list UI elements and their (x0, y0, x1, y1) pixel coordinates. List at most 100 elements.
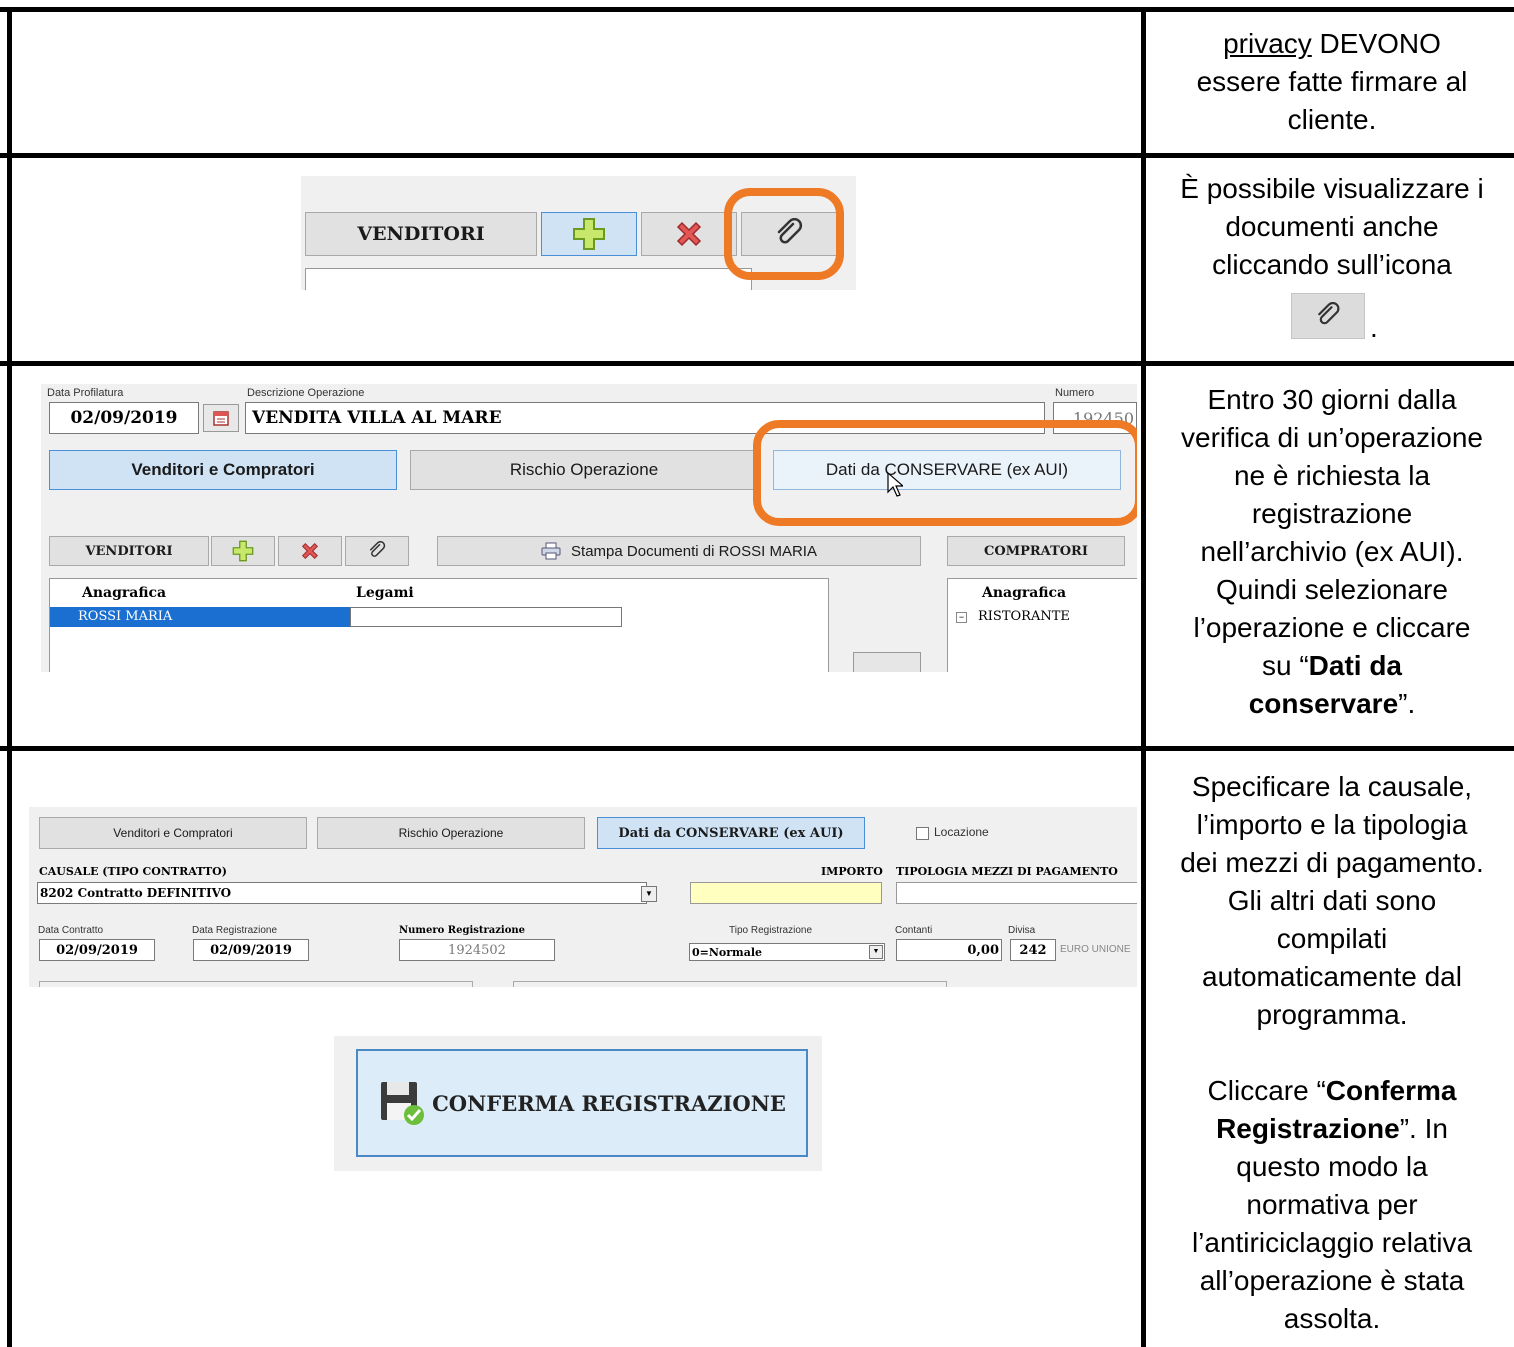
tab-dati-conservare[interactable]: Dati da CONSERVARE (ex AUI) (597, 817, 865, 849)
legami-cell[interactable] (350, 607, 622, 627)
locazione-checkbox[interactable] (916, 827, 929, 840)
row-divider-1 (0, 153, 1514, 158)
compratori-grid: Anagrafica − RISTORANTE (947, 578, 1137, 672)
row2-text-1: È possibile visualizzare i (1180, 173, 1484, 204)
row4-line-4: compilati (1276, 923, 1388, 954)
delete-button[interactable] (278, 536, 342, 566)
tipologia-field[interactable] (896, 882, 1137, 904)
tab-venditori-label: Venditori e Compratori (113, 826, 233, 840)
row4-line-b2: l’antiriciclaggio relativa (1191, 1227, 1473, 1258)
tab-rischio-operazione[interactable]: Rischio Operazione (317, 817, 585, 849)
row4-line-0: Specificare la causale, (1191, 771, 1473, 802)
data-profilatura-field[interactable]: 02/09/2019 (49, 402, 199, 434)
highlight-ring (724, 188, 844, 280)
tipologia-label: TIPOLOGIA MEZZI DI PAGAMENTO (896, 865, 1118, 878)
row4-line-5: automaticamente dal (1202, 961, 1462, 992)
row3-line-5: Quindi selezionare (1216, 574, 1448, 605)
printer-icon (541, 542, 561, 560)
row1-text-2: essere fatte firmare al (1196, 66, 1468, 97)
stampa-documenti-button[interactable]: Stampa Documenti di ROSSI MARIA (437, 536, 921, 566)
row4-click-pre: Cliccare “ (1207, 1075, 1326, 1106)
privacy-link[interactable]: privacy (1223, 28, 1312, 59)
row-venditore[interactable]: ROSSI MARIA (78, 609, 172, 624)
panel-left-top (39, 981, 473, 987)
row4-click-post: ”. In (1399, 1113, 1448, 1144)
row3-line-3: registrazione (1251, 498, 1413, 529)
inline-attachment-icon (1291, 293, 1365, 339)
venditori-label: VENDITORI (85, 543, 173, 559)
row2-text: È possibile visualizzare i documenti anc… (1150, 170, 1514, 284)
row4-line-1: l’importo e la tipologia (1196, 809, 1468, 840)
row1-text-3: cliente. (1287, 104, 1377, 135)
row3-line-6: l’operazione e cliccare (1193, 612, 1471, 643)
row4-line-3: Gli altri dati sono (1227, 885, 1437, 916)
row3-line-2: ne è richiesta la (1233, 460, 1431, 491)
compratori-label: COMPRATORI (984, 543, 1088, 559)
causale-label: CAUSALE (TIPO CONTRATTO) (39, 865, 227, 878)
row3-line-8-bold: conservare (1248, 688, 1399, 719)
tipo-registrazione-label: Tipo Registrazione (729, 925, 813, 936)
data-contratto-label: Data Contratto (38, 925, 104, 936)
data-registrazione-field[interactable]: 02/09/2019 (193, 939, 309, 961)
tab-rischio-label: Rischio Operazione (398, 826, 504, 840)
row3-text: Entro 30 giorni dalla verifica di un’ope… (1150, 381, 1514, 723)
attachment-button[interactable] (345, 536, 409, 566)
row-divider-3 (0, 746, 1514, 751)
compratori-button[interactable]: COMPRATORI (947, 536, 1125, 566)
conferma-screenshot: CONFERMA REGISTRAZIONE (334, 1036, 822, 1171)
col-legami: Legami (356, 585, 414, 601)
delete-button[interactable] (641, 212, 737, 256)
row3-line-8-post: ”. (1398, 688, 1416, 719)
conferma-label: CONFERMA REGISTRAZIONE (432, 1090, 786, 1116)
contanti-field[interactable]: 0,00 (896, 939, 1002, 961)
importo-label: IMPORTO (821, 865, 883, 878)
data-contratto-field[interactable]: 02/09/2019 (39, 939, 155, 961)
row4-click-bold-1: Conferma (1325, 1075, 1457, 1106)
row3-line-4: nell’archivio (ex AUI). (1200, 536, 1464, 567)
paperclip-icon (1318, 302, 1340, 325)
row4-line-6: programma. (1256, 999, 1408, 1030)
causale-dropdown-button[interactable]: ▼ (641, 886, 657, 902)
close-icon (301, 542, 319, 560)
causale-select[interactable]: 8202 Contratto DEFINITIVO (37, 882, 647, 904)
tab-venditori-compratori[interactable]: Venditori e Compratori (39, 817, 307, 849)
numero-label: Numero (1055, 387, 1095, 399)
tipo-registrazione-select[interactable]: 0=Normale (689, 943, 885, 961)
numero-registrazione-label: Numero Registrazione (399, 925, 526, 936)
numero-registrazione-field[interactable]: 1924502 (399, 939, 555, 961)
venditori-button[interactable]: VENDITORI (49, 536, 209, 566)
table-border-top (0, 7, 1514, 12)
tab-rischio-operazione[interactable]: Rischio Operazione (410, 450, 758, 490)
add-button[interactable] (541, 212, 637, 256)
venditori-button[interactable]: VENDITORI (305, 212, 537, 256)
plus-icon (232, 540, 254, 562)
row2-text-2: documenti anche (1225, 211, 1439, 242)
descrizione-label: Descrizione Operazione (247, 387, 365, 399)
collapse-icon[interactable]: − (956, 612, 967, 623)
row2-dot: . (1370, 312, 1378, 343)
operazione-screenshot: Data Profilatura 02/09/2019 Descrizione … (41, 384, 1137, 672)
panel-right-top (513, 981, 947, 987)
row4-line-2: dei mezzi di pagamento. (1180, 847, 1484, 878)
divisa-field[interactable]: 242 (1010, 939, 1056, 961)
tab-dati-label: Dati da CONSERVARE (ex AUI) (618, 825, 844, 841)
tipo-dropdown-button[interactable]: ▼ (869, 945, 883, 959)
row-divider-2 (0, 361, 1514, 366)
data-profilatura-label: Data Profilatura (47, 387, 124, 399)
tab-venditori-label: Venditori e Compratori (131, 460, 315, 479)
tab-venditori-compratori[interactable]: Venditori e Compratori (49, 450, 397, 490)
row3-line-0: Entro 30 giorni dalla (1207, 384, 1457, 415)
importo-field[interactable] (690, 882, 882, 904)
add-button[interactable] (211, 536, 275, 566)
toolbar-screenshot: VENDITORI (301, 176, 856, 290)
row1-text-1: DEVONO (1311, 28, 1441, 59)
highlight-ring (753, 420, 1137, 526)
divisa-description: EURO UNIONE (1060, 944, 1131, 955)
close-icon (676, 221, 702, 247)
registrazione-screenshot: Venditori e Compratori Rischio Operazion… (29, 807, 1137, 987)
calendar-button[interactable] (203, 404, 239, 432)
side-button[interactable] (853, 652, 921, 672)
conferma-registrazione-button[interactable]: CONFERMA REGISTRAZIONE (356, 1049, 808, 1157)
row3-line-1: verifica di un’operazione (1181, 422, 1483, 453)
row-compratore[interactable]: RISTORANTE (978, 609, 1070, 624)
